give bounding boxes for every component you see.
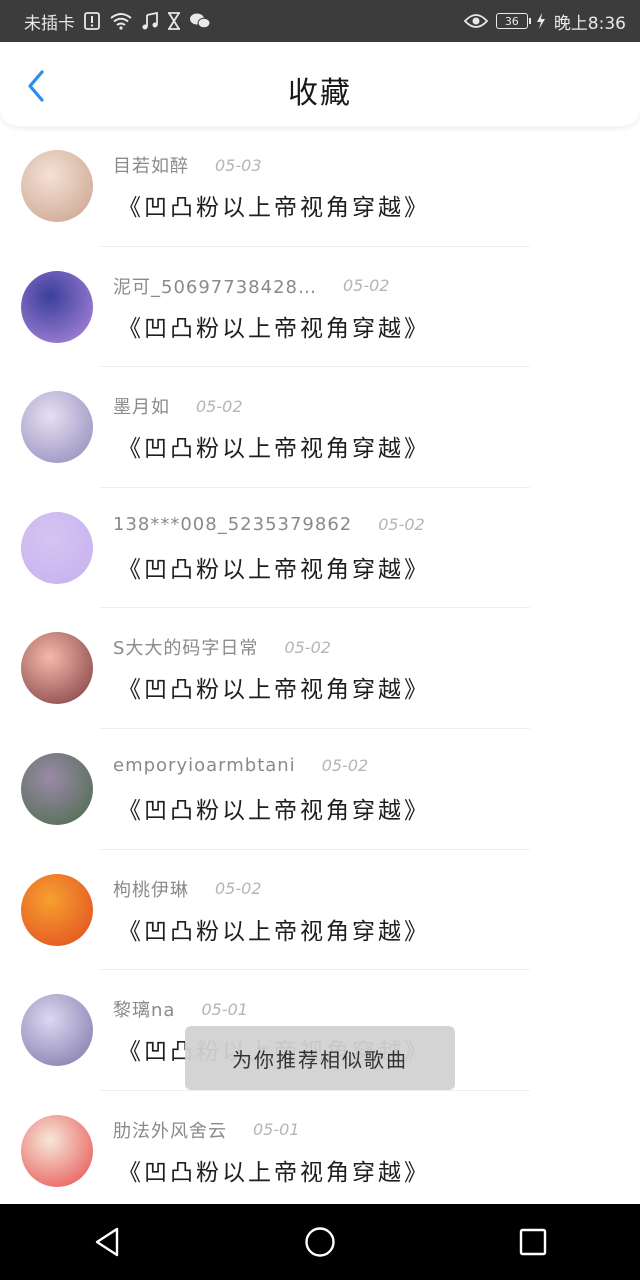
post-date: 05-01 — [201, 999, 248, 1019]
item-title[interactable]: 《凹凸粉以上帝视角穿越》 — [118, 550, 430, 584]
avatar[interactable] — [21, 150, 93, 222]
favorite-item[interactable]: S大大的码字日常 05-02 《凹凸粉以上帝视角穿越》 — [0, 608, 640, 729]
favorite-item[interactable]: 肋法外风舍云 05-01 《凹凸粉以上帝视角穿越》 — [0, 1091, 640, 1212]
item-title[interactable]: 《凹凸粉以上帝视角穿越》 — [118, 670, 430, 704]
page-title: 收藏 — [288, 76, 352, 111]
favorite-item[interactable]: 泥可_50697738428… 05-02 《凹凸粉以上帝视角穿越》 — [0, 247, 640, 368]
username[interactable]: 目若如醉 — [113, 152, 189, 178]
triangle-back-icon — [95, 1227, 118, 1257]
item-title[interactable]: 《凹凸粉以上帝视角穿越》 — [118, 791, 430, 825]
username[interactable]: 枸桃伊琳 — [113, 876, 189, 902]
avatar[interactable] — [21, 391, 93, 464]
system-nav-bar — [0, 1204, 640, 1280]
item-meta: S大大的码字日常 05-02 — [113, 634, 331, 660]
item-meta: 138***008_5235379862 05-02 — [113, 514, 425, 535]
app-header: 收藏 — [0, 42, 640, 126]
wechat-icon — [189, 12, 211, 30]
nav-recents-button[interactable] — [493, 1204, 573, 1280]
sim-alert-icon — [83, 12, 101, 30]
hourglass-icon — [167, 12, 181, 30]
status-bar-left: 未插卡 — [24, 9, 211, 34]
username[interactable]: 黎璃na — [113, 996, 175, 1022]
battery-level: 36 — [504, 14, 519, 28]
nav-home-button[interactable] — [280, 1204, 360, 1280]
nav-back-button[interactable] — [67, 1204, 147, 1280]
avatar[interactable] — [21, 511, 93, 584]
item-meta: 目若如醉 05-03 — [113, 152, 262, 178]
post-date: 05-02 — [196, 396, 243, 416]
item-title[interactable]: 《凹凸粉以上帝视角穿越》 — [118, 188, 430, 222]
eye-icon — [463, 13, 488, 29]
status-bar-right: 36 晚上8:36 — [463, 9, 626, 34]
circle-home-icon — [305, 1227, 335, 1257]
clock: 晚上8:36 — [553, 13, 626, 34]
username[interactable]: 泥可_50697738428… — [113, 273, 317, 299]
post-date: 05-01 — [253, 1120, 300, 1140]
battery-indicator: 36 — [495, 13, 531, 29]
item-meta: 黎璃na 05-01 — [113, 996, 248, 1022]
item-title[interactable]: 《凹凸粉以上帝视角穿越》 — [118, 429, 430, 463]
wifi-icon — [109, 12, 133, 30]
square-recents-icon — [520, 1228, 547, 1256]
favorite-item[interactable]: 枸桃伊琳 05-02 《凹凸粉以上帝视角穿越》 — [0, 850, 640, 971]
item-meta: 墨月如 05-02 — [113, 393, 243, 419]
sim-status-text: 未插卡 — [24, 13, 75, 34]
music-icon — [141, 12, 159, 30]
post-date: 05-02 — [215, 879, 262, 899]
favorite-item[interactable]: 138***008_5235379862 05-02 《凹凸粉以上帝视角穿越》 — [0, 488, 640, 609]
item-meta: emporyioarmbtani 05-02 — [113, 755, 368, 776]
avatar[interactable] — [21, 752, 93, 825]
username[interactable]: 138***008_5235379862 — [113, 514, 352, 535]
post-date: 05-02 — [284, 637, 331, 657]
post-date: 05-02 — [342, 276, 390, 296]
username[interactable]: 墨月如 — [113, 393, 170, 419]
avatar[interactable] — [21, 1114, 93, 1187]
post-date: 05-02 — [321, 755, 369, 775]
item-title[interactable]: 《凹凸粉以上帝视角穿越》 — [118, 1153, 430, 1187]
avatar[interactable] — [21, 270, 93, 343]
item-meta: 肋法外风舍云 05-01 — [113, 1117, 300, 1143]
favorite-item[interactable]: 墨月如 05-02 《凹凸粉以上帝视角穿越》 — [0, 367, 640, 488]
avatar[interactable] — [21, 994, 93, 1067]
post-date: 05-02 — [378, 514, 425, 534]
toast-message: 为你推荐相似歌曲 — [185, 1026, 455, 1090]
item-meta: 泥可_50697738428… 05-02 — [113, 273, 389, 299]
favorite-item[interactable]: emporyioarmbtani 05-02 《凹凸粉以上帝视角穿越》 — [0, 729, 640, 850]
username[interactable]: emporyioarmbtani — [113, 755, 296, 776]
item-title[interactable]: 《凹凸粉以上帝视角穿越》 — [118, 309, 430, 343]
charging-icon — [536, 13, 546, 29]
item-meta: 枸桃伊琳 05-02 — [113, 876, 262, 902]
post-date: 05-03 — [215, 155, 262, 175]
favorite-item[interactable]: 目若如醉 05-03 《凹凸粉以上帝视角穿越》 — [0, 126, 640, 247]
avatar[interactable] — [21, 873, 93, 946]
avatar[interactable] — [21, 632, 93, 705]
status-bar: 未插卡 36 晚上8:36 — [0, 0, 640, 42]
username[interactable]: 肋法外风舍云 — [113, 1117, 227, 1143]
username[interactable]: S大大的码字日常 — [113, 634, 258, 660]
item-title[interactable]: 《凹凸粉以上帝视角穿越》 — [118, 912, 430, 946]
